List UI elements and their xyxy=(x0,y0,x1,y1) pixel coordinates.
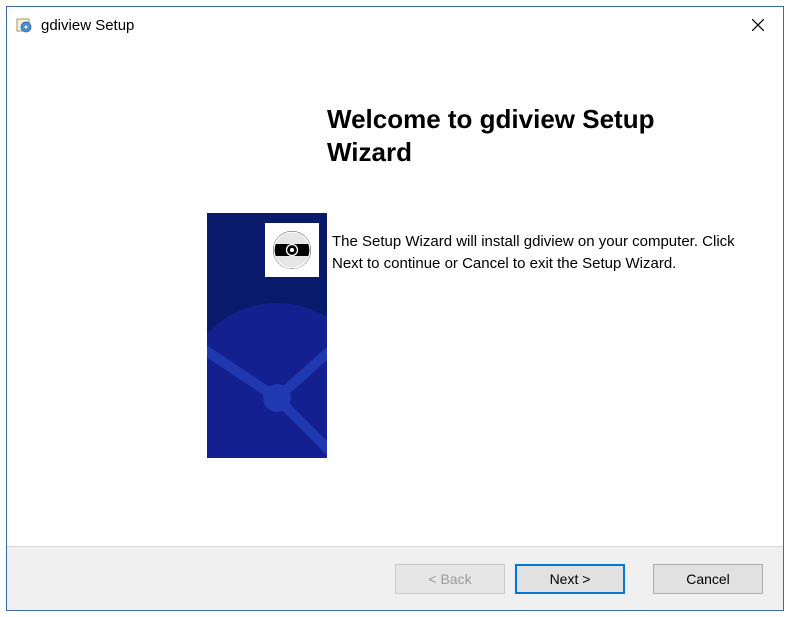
back-button: < Back xyxy=(395,564,505,594)
cd-icon xyxy=(265,223,319,277)
close-button[interactable] xyxy=(733,7,783,43)
content-area: Welcome to gdiview Setup Wizard xyxy=(7,43,783,546)
panel-background-shape xyxy=(207,298,327,458)
wizard-side-panel xyxy=(207,213,327,458)
wizard-heading: Welcome to gdiview Setup Wizard xyxy=(327,103,743,168)
titlebar: gdiview Setup xyxy=(7,7,783,43)
installer-icon xyxy=(15,16,33,34)
footer: < Back Next > Cancel xyxy=(7,546,783,610)
next-button[interactable]: Next > xyxy=(515,564,625,594)
setup-window: gdiview Setup Welcome to gdiview Setup W… xyxy=(6,6,784,611)
cancel-button[interactable]: Cancel xyxy=(653,564,763,594)
wizard-body-text: The Setup Wizard will install gdiview on… xyxy=(332,231,743,275)
window-title: gdiview Setup xyxy=(41,17,733,34)
